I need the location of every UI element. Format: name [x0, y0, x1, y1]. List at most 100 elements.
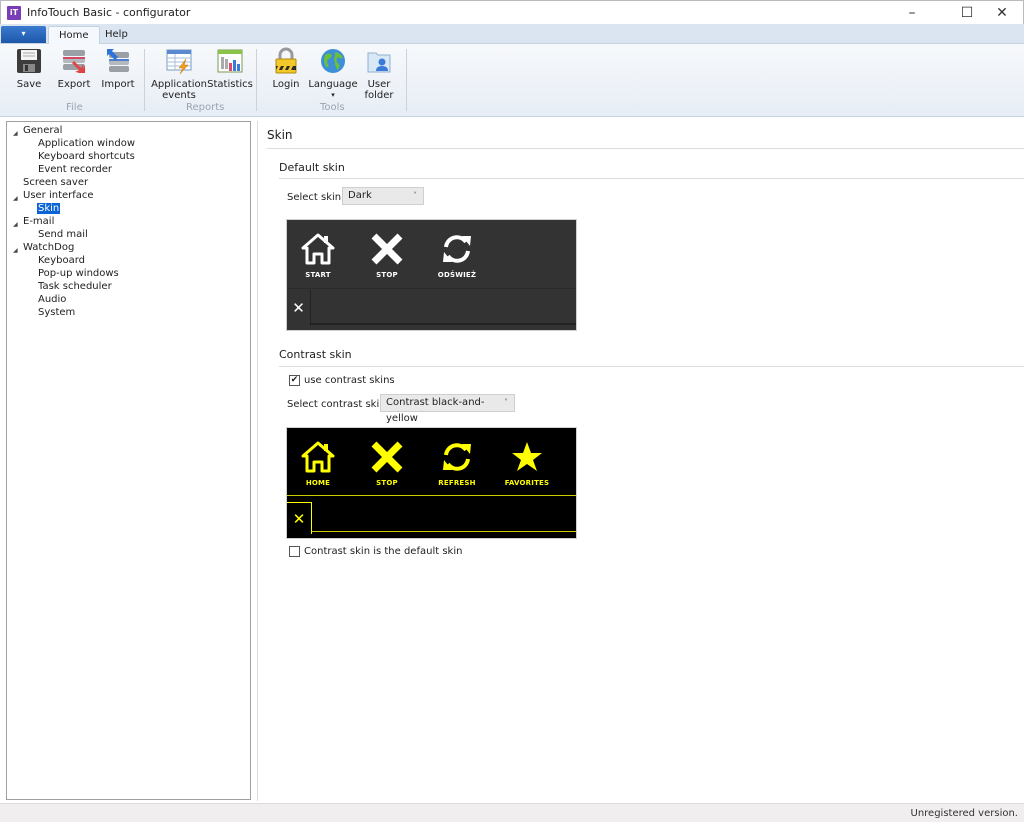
tree-item-audio[interactable]: Audio: [38, 293, 66, 306]
contrast-default-label[interactable]: Contrast skin is the default skin: [304, 546, 462, 557]
preview-tab-baseline: [312, 531, 576, 532]
expand-triangle-icon[interactable]: ◢: [13, 244, 18, 257]
language-label: Language: [308, 79, 358, 90]
status-bar: Unregistered version.: [0, 803, 1024, 822]
stop-x-icon: [371, 441, 403, 473]
contrast-skin-heading: Contrast skin: [279, 348, 352, 361]
tree-item-pop-up-windows[interactable]: Pop-up windows: [38, 267, 119, 280]
language-button[interactable]: Language ▾: [308, 47, 358, 101]
default-skin-heading: Default skin: [279, 161, 345, 174]
infotouch-logo-icon: iT: [7, 6, 21, 20]
tree-item-skin[interactable]: Skin: [37, 202, 61, 215]
preview-home-button: HOME: [288, 440, 348, 487]
contrast-skin-select[interactable]: Contrast black-and-yellow ˅: [380, 394, 515, 424]
tree-item-application-window[interactable]: Application window: [38, 137, 135, 150]
expand-triangle-icon[interactable]: ◢: [13, 127, 18, 140]
select-contrast-skin-label: Select contrast skin:: [287, 399, 389, 410]
use-contrast-skins-checkbox[interactable]: ✔: [289, 375, 300, 386]
preview-divider: [287, 288, 576, 289]
tree-item-send-mail[interactable]: Send mail: [38, 228, 88, 241]
application-events-button[interactable]: Application events: [151, 47, 207, 101]
home-icon: [301, 233, 335, 265]
preview-close-tab: ✕: [287, 290, 311, 326]
save-button[interactable]: Save: [14, 47, 44, 90]
tab-home[interactable]: Home: [48, 26, 100, 45]
refresh-icon: [443, 235, 471, 263]
login-label: Login: [272, 79, 300, 90]
skin-settings-panel: Skin Default skin Select skin: Dark ˅ ST…: [258, 121, 1024, 803]
bar-chart-icon: [217, 47, 243, 75]
tab-help[interactable]: Help: [95, 26, 138, 45]
group-separator: [256, 49, 257, 111]
expand-triangle-icon[interactable]: ◢: [13, 192, 18, 205]
database-export-icon: [61, 47, 87, 75]
group-separator: [406, 49, 407, 111]
skin-select[interactable]: Dark ˅: [342, 187, 424, 205]
group-separator: [144, 49, 145, 111]
preview-close-tab: ✕: [287, 502, 312, 534]
title-divider: [267, 148, 1024, 149]
star-icon: [512, 442, 542, 471]
globe-icon: [320, 47, 346, 75]
minimize-button[interactable]: –: [889, 1, 935, 25]
tree-item-e-mail[interactable]: ◢ E-mail: [13, 215, 54, 228]
tree-item-general[interactable]: ◢ General: [13, 124, 62, 137]
statistics-label: Statistics: [207, 79, 253, 90]
expand-triangle-icon[interactable]: ◢: [13, 218, 18, 231]
home-icon: [301, 441, 335, 473]
page-title: Skin: [267, 128, 293, 142]
default-skin-preview: START STOP ODŚWIEŻ ✕: [286, 219, 577, 331]
tree-item-task-scheduler[interactable]: Task scheduler: [38, 280, 112, 293]
user-folder-icon: [366, 47, 392, 75]
use-contrast-skins-label[interactable]: use contrast skins: [304, 375, 395, 386]
user-folder-label-line2: folder: [364, 90, 394, 101]
contrast-default-checkbox[interactable]: [289, 546, 300, 557]
login-button[interactable]: Login: [270, 47, 302, 90]
group-label-tools: Tools: [320, 102, 345, 113]
skin-select-value: Dark: [348, 190, 372, 201]
import-button[interactable]: Import: [101, 47, 135, 90]
stop-x-icon: [371, 233, 403, 265]
contrast-skin-preview: HOME STOP REFRESH FAVORITES ✕: [286, 427, 577, 539]
select-skin-label: Select skin:: [287, 192, 345, 203]
export-label: Export: [57, 79, 91, 90]
tree-item-keyboard-shortcuts[interactable]: Keyboard shortcuts: [38, 150, 135, 163]
statistics-button[interactable]: Statistics: [207, 47, 253, 90]
group-label-file: File: [66, 102, 83, 113]
close-button[interactable]: ✕: [979, 1, 1024, 25]
export-button[interactable]: Export: [58, 47, 90, 90]
preview-refresh-button: REFRESH: [427, 440, 487, 487]
ribbon: Save Export Import File Application even…: [0, 44, 1024, 117]
chevron-down-icon: ˅: [504, 398, 508, 407]
preview-start-button: START: [288, 232, 348, 279]
user-folder-label-line1: User: [367, 79, 391, 90]
language-dropdown-arrow: ▾: [331, 91, 335, 99]
tree-item-user-interface[interactable]: ◢ User interface: [13, 189, 94, 202]
status-text: Unregistered version.: [910, 808, 1019, 819]
title-bar: iT InfoTouch Basic - configurator – ☐ ✕: [0, 0, 1024, 24]
tree-item-event-recorder[interactable]: Event recorder: [38, 163, 112, 176]
tree-item-system[interactable]: System: [38, 306, 75, 319]
tree-item-watchdog[interactable]: ◢ WatchDog: [13, 241, 74, 254]
application-menu-button[interactable]: ▾: [1, 26, 46, 43]
contrast-skin-select-value: Contrast black-and-yellow: [386, 397, 485, 424]
group-label-reports: Reports: [186, 102, 225, 113]
import-label: Import: [101, 79, 135, 90]
application-events-label-line2: events: [162, 90, 196, 101]
refresh-icon: [443, 443, 471, 471]
application-events-label-line1: Application: [151, 79, 207, 90]
preview-stop-button: STOP: [357, 440, 417, 487]
preview-divider: [287, 495, 576, 496]
database-import-icon: [105, 47, 131, 75]
chevron-down-icon: ˅: [413, 191, 417, 200]
section-divider: [279, 178, 1024, 179]
tree-item-screen-saver[interactable]: Screen saver: [23, 176, 88, 189]
tree-item-keyboard[interactable]: Keyboard: [38, 254, 85, 267]
window-title: InfoTouch Basic - configurator: [27, 6, 191, 19]
preview-favorites-button: FAVORITES: [497, 440, 557, 487]
section-divider: [279, 366, 1024, 367]
user-folder-button[interactable]: User folder: [364, 47, 394, 101]
save-label: Save: [16, 79, 42, 90]
navigation-tree: ◢ General Application window Keyboard sho…: [6, 121, 251, 800]
preview-tab-baseline: [311, 323, 576, 325]
